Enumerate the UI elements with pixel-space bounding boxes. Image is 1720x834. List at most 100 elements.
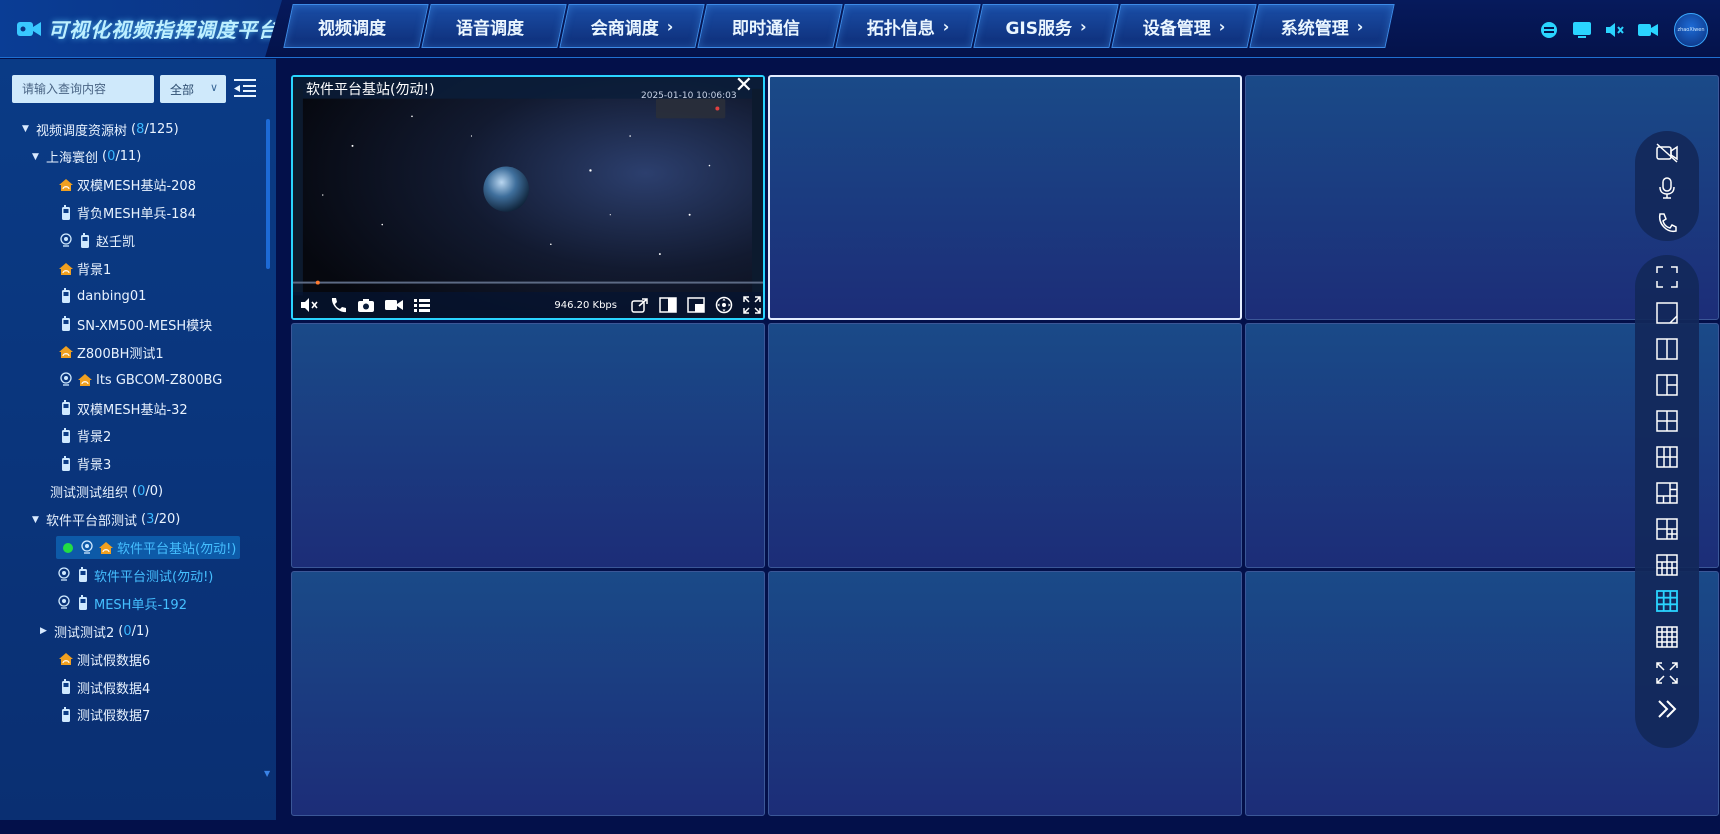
tree-device[interactable]: Its GBCOM-Z800BG: [58, 366, 222, 394]
radio-icon: [58, 288, 74, 304]
caret-down-icon[interactable]: ▼: [22, 124, 36, 134]
fullscreen-icon[interactable]: [741, 296, 763, 314]
nav-device-management[interactable]: 设备管理 ›: [1116, 4, 1252, 48]
microphone-icon[interactable]: [1653, 174, 1681, 201]
bitrate: 946.20 Kbps: [554, 299, 617, 311]
nav-video-dispatch[interactable]: 视频调度: [288, 4, 424, 48]
nav-consult-dispatch[interactable]: 会商调度 ›: [564, 4, 700, 48]
tree-device[interactable]: 背景3: [58, 450, 111, 478]
scroll-down-icon[interactable]: ▼: [264, 769, 270, 778]
tree-label-wrap: 双模MESH基站-208: [58, 175, 196, 194]
tree-device[interactable]: 背景2: [58, 422, 111, 450]
layout-3-icon[interactable]: [1653, 371, 1681, 399]
tree-device[interactable]: danbing01: [58, 282, 146, 310]
tree-device[interactable]: 测试假数据7: [58, 701, 150, 729]
split-view-icon[interactable]: [657, 296, 679, 314]
tree-device[interactable]: 背景1: [58, 255, 111, 283]
tree-device[interactable]: 软件平台测试(勿动!): [56, 561, 213, 589]
tree-group[interactable]: ▼ 视频调度资源树 (8/125): [22, 115, 179, 143]
tree-label: 测试假数据4: [77, 681, 151, 697]
video-cell-5[interactable]: [768, 323, 1242, 568]
locate-icon: [58, 372, 74, 388]
tree-label-wrap: 赵壬凯: [58, 231, 135, 250]
nav-gis-service[interactable]: GIS服务 ›: [978, 4, 1114, 48]
nav-system-management[interactable]: 系统管理 ›: [1254, 4, 1390, 48]
video-cell-7[interactable]: [291, 571, 765, 816]
tree-device[interactable]: MESH单兵-192: [56, 589, 187, 617]
mute-icon[interactable]: [299, 296, 321, 314]
nav-voice-dispatch[interactable]: 语音调度: [426, 4, 562, 48]
tree-device[interactable]: Z800BH测试1: [58, 338, 164, 366]
avatar[interactable]: zhaoXiwen: [1674, 13, 1708, 47]
tree-label: 测试测试组织: [50, 486, 129, 502]
tree-group[interactable]: ▶ 测试测试2 (0/1): [40, 617, 149, 645]
tree-label: 背负MESH单兵-184: [77, 207, 196, 223]
layout-16-icon[interactable]: [1653, 623, 1681, 651]
tree-label-wrap: 测试假数据7: [58, 705, 150, 724]
list-icon[interactable]: [411, 296, 433, 314]
tree-device[interactable]: SN-XM500-MESH模块: [58, 310, 212, 338]
caret-down-icon[interactable]: ▼: [32, 152, 46, 162]
tree-label-wrap: 测试测试2 (0/1): [54, 622, 149, 641]
mute-speaker-icon[interactable]: [1604, 20, 1626, 40]
tree-device[interactable]: 双模MESH基站-32: [58, 394, 188, 422]
tree-device[interactable]: 双模MESH基站-208: [58, 171, 196, 199]
layout-4-icon[interactable]: [1653, 407, 1681, 435]
video-cell-8[interactable]: [768, 571, 1242, 816]
tree-group[interactable]: 测试测试组织 (0/0): [50, 478, 163, 506]
layout-6-icon[interactable]: [1653, 443, 1681, 471]
search-input[interactable]: [12, 75, 154, 103]
count-total: /11): [115, 149, 142, 165]
layout-9b-icon[interactable]: [1653, 551, 1681, 579]
tree-label: Its GBCOM-Z800BG: [96, 372, 223, 388]
screen-icon[interactable]: [1571, 20, 1593, 40]
nav-label: 视频调度: [318, 18, 386, 39]
tree-group[interactable]: ▼ 软件平台部测试 (3/20): [32, 506, 180, 534]
base-station-icon: [98, 540, 114, 556]
video-cell-1[interactable]: 软件平台基站(勿动!) ✕ 2025-01-10 10:06:03 946.20…: [291, 75, 765, 320]
tree-device[interactable]: 赵壬凯: [58, 227, 135, 255]
record-icon[interactable]: [383, 296, 405, 314]
tree-label: SN-XM500-MESH模块: [77, 318, 213, 334]
tree-label-wrap: SN-XM500-MESH模块: [58, 315, 212, 334]
caret-right-icon[interactable]: ▶: [40, 626, 54, 636]
share-icon[interactable]: [629, 296, 651, 314]
camera-icon[interactable]: [1637, 20, 1659, 40]
fullscreen-frame-icon[interactable]: [1653, 263, 1681, 291]
layout-8-icon[interactable]: [1653, 479, 1681, 507]
ptz-control-icon[interactable]: [713, 296, 735, 314]
video-cell-2[interactable]: [768, 75, 1242, 320]
caret-down-icon[interactable]: ▼: [32, 515, 46, 525]
snapshot-camera-icon[interactable]: [355, 296, 377, 314]
tree-label: Z800BH测试1: [77, 346, 164, 362]
nav-instant-messaging[interactable]: 即时通信: [702, 4, 838, 48]
tree-device[interactable]: 测试假数据4: [58, 673, 150, 701]
layout-2-icon[interactable]: [1653, 335, 1681, 363]
collapse-menu-icon[interactable]: [232, 75, 258, 101]
video-cell-4[interactable]: [291, 323, 765, 568]
tree-device[interactable]: 测试假数据6: [58, 645, 150, 673]
layout-9-icon[interactable]: [1653, 587, 1681, 615]
layout-7-icon[interactable]: [1653, 515, 1681, 543]
base-station-icon: [77, 372, 93, 388]
tree-label-wrap: 双模MESH基站-32: [58, 399, 188, 418]
tree-group[interactable]: ▼ 上海寰创 (0/11): [32, 143, 141, 171]
tree-device[interactable]: 背负MESH单兵-184: [58, 199, 196, 227]
phone-icon[interactable]: [1653, 210, 1681, 237]
layout-1-icon[interactable]: [1653, 299, 1681, 327]
message-icon[interactable]: [1538, 20, 1560, 40]
video-controls: 946.20 Kbps: [293, 292, 763, 318]
nav-topology[interactable]: 拓扑信息 ›: [840, 4, 976, 48]
tree-scrollbar[interactable]: [266, 119, 270, 269]
camera-off-icon[interactable]: [1653, 139, 1681, 166]
chevron-right-icon: ›: [666, 16, 674, 36]
radio-icon: [58, 204, 74, 221]
expand-icon[interactable]: [1653, 659, 1681, 687]
radio-icon: [58, 706, 74, 723]
double-chevron-right-icon[interactable]: [1653, 695, 1681, 723]
phone-icon[interactable]: [327, 296, 349, 314]
tree-device[interactable]: 软件平台基站(勿动!): [56, 534, 241, 562]
picture-in-picture-icon[interactable]: [685, 296, 707, 314]
filter-select[interactable]: 全部 ∨: [160, 75, 226, 103]
close-icon[interactable]: ✕: [735, 77, 753, 98]
